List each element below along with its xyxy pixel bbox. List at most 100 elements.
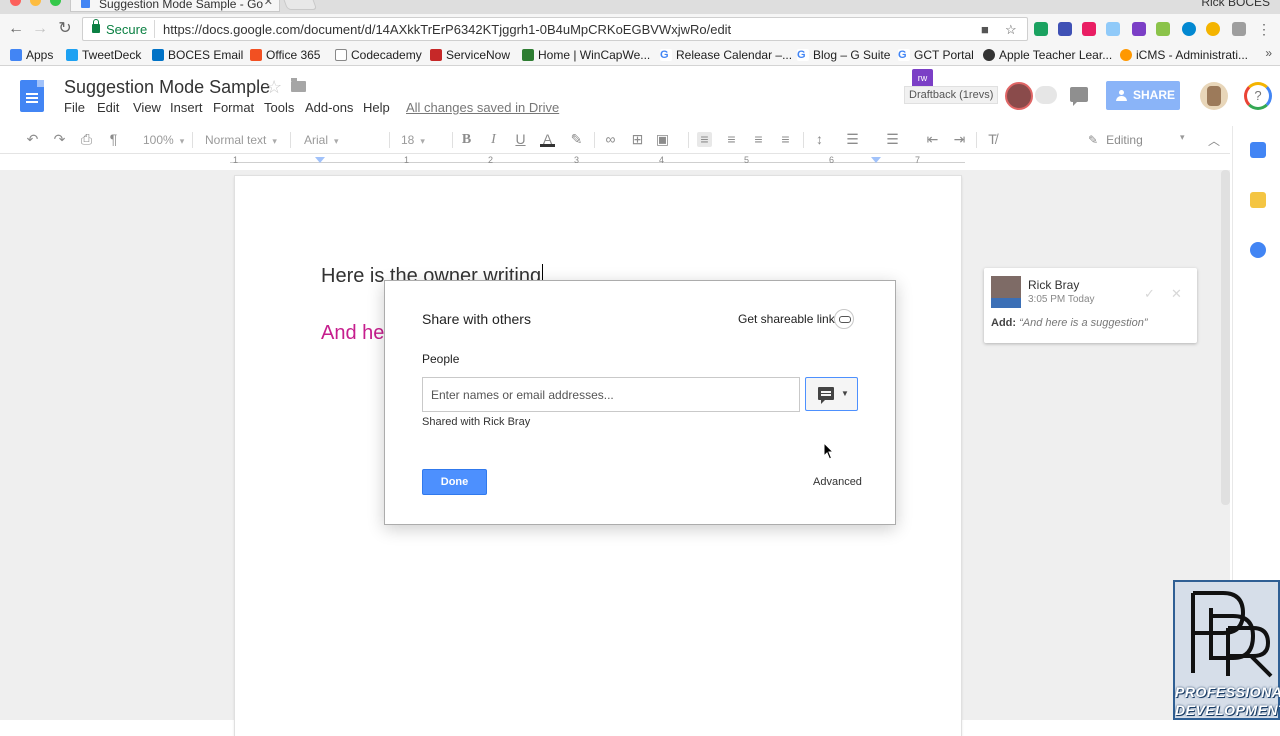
print-icon[interactable]: ⎙ [79,132,94,147]
menu-addons[interactable]: Add-ons [305,100,353,115]
browser-tab-active[interactable]: Suggestion Mode Sample - Go ✕ [70,0,280,12]
paint-format-icon[interactable]: ¶ [106,132,121,147]
numbered-list-icon[interactable]: ☰ [845,132,860,147]
insert-link-icon[interactable]: ∞ [603,132,618,147]
more-bookmarks-button[interactable]: » [1265,46,1272,60]
save-status[interactable]: All changes saved in Drive [406,100,559,115]
editing-mode-select[interactable]: ✎ Editing [1088,126,1143,154]
advanced-link[interactable]: Advanced [813,476,862,488]
bookmark-release-calendar[interactable]: G Release Calendar –... [660,46,792,64]
menu-edit[interactable]: Edit [97,100,119,115]
account-avatar[interactable] [1200,82,1228,110]
people-input[interactable] [422,377,800,412]
close-window-button[interactable] [10,0,21,6]
vertical-scrollbar[interactable] [1221,170,1230,505]
align-left-icon[interactable]: ≡ [697,132,712,147]
decrease-indent-icon[interactable]: ⇤ [925,132,940,147]
text-color-icon[interactable]: A [540,132,555,147]
suggested-paragraph[interactable]: And he [321,322,384,345]
doc-extension-icon[interactable] [1232,22,1246,36]
keep-icon[interactable] [1250,192,1266,208]
font-select[interactable]: Arial [304,131,380,149]
highlight-icon[interactable]: ✎ [569,132,584,147]
flag-extension-icon[interactable] [1082,22,1096,36]
zoom-select[interactable]: 100% [143,131,184,149]
bookmark-wincap[interactable]: Home | WinCapWe... [522,46,650,64]
star-icon[interactable]: ☆ [266,77,282,98]
bookmark-tweetdeck[interactable]: TweetDeck [66,46,141,64]
done-button[interactable]: Done [422,469,487,495]
undo-icon[interactable]: ↶ [25,132,40,147]
style-select[interactable]: Normal text [205,131,277,149]
puzzle-extension-icon[interactable] [1132,22,1146,36]
bold-icon[interactable]: B [459,132,474,147]
docs-logo-icon[interactable] [20,80,44,112]
permission-dropdown[interactable]: ▼ [805,377,858,411]
bookmark-icms[interactable]: iCMS - Administrati... [1120,46,1248,64]
forward-arrow-icon[interactable]: → [30,19,50,39]
bookmark-star-icon[interactable]: ☆ [1005,22,1017,38]
menu-format[interactable]: Format [213,100,254,115]
bookmark-gct-portal[interactable]: G GCT Portal [898,46,974,64]
calendar-icon[interactable] [1250,142,1266,158]
address-bar[interactable]: Secure https://docs.google.com/document/… [82,17,1028,41]
insert-comment-icon[interactable]: ⊞ [630,132,645,147]
align-right-icon[interactable]: ≡ [751,132,766,147]
cast-extension-icon[interactable] [1034,22,1048,36]
maximize-window-button[interactable] [50,0,61,6]
clear-formatting-icon[interactable]: T̸ [985,132,1000,147]
bookmark-codecademy[interactable]: Codecademy [335,46,422,64]
insert-image-icon[interactable]: ▣ [655,132,670,147]
suggestion-card[interactable]: Rick Bray 3:05 PM Today ✓ ✕ Add: “And he… [984,268,1197,343]
coin-extension-icon[interactable] [1206,22,1220,36]
minimize-window-button[interactable] [30,0,41,6]
italic-icon[interactable]: I [486,132,501,147]
chevron-down-icon[interactable]: ▾ [1180,132,1185,143]
profile-name[interactable]: Rick BOCES [1201,0,1270,9]
tasks-icon[interactable] [1250,242,1266,258]
collaborators-more-icon[interactable] [1035,86,1057,104]
font-size-select[interactable]: 18 [401,131,441,149]
bookmark-blog-gsuite[interactable]: G Blog – G Suite [797,46,890,64]
camera-icon[interactable]: ■ [981,22,989,37]
url-text[interactable]: https://docs.google.com/document/d/14AXk… [163,22,731,37]
bookmark-office-365[interactable]: Office 365 [250,46,320,64]
note-extension-icon[interactable] [1156,22,1170,36]
menu-view[interactable]: View [133,100,161,115]
circle-extension-icon[interactable] [1182,22,1196,36]
grid-extension-icon[interactable] [1106,22,1120,36]
new-tab-button[interactable] [280,0,318,10]
accept-suggestion-icon[interactable]: ✓ [1144,286,1155,302]
justify-icon[interactable]: ≡ [778,132,793,147]
right-indent-marker[interactable] [871,157,881,163]
folder-icon[interactable] [291,78,306,92]
redo-icon[interactable]: ↷ [52,132,67,147]
browser-menu-icon[interactable]: ⋮ [1254,19,1274,39]
share-button[interactable]: SHARE [1106,81,1180,110]
underline-icon[interactable]: U [513,132,528,147]
close-tab-icon[interactable]: ✕ [264,0,273,8]
reject-suggestion-icon[interactable]: ✕ [1171,286,1182,302]
collapse-toolbar-icon[interactable]: ︿ [1208,132,1220,149]
align-center-icon[interactable]: ≡ [724,132,739,147]
reload-icon[interactable]: ↻ [55,19,75,39]
back-arrow-icon[interactable]: ← [6,19,26,39]
get-shareable-link[interactable]: Get shareable link [738,312,835,326]
bookmark-apple-teacher[interactable]: Apple Teacher Lear... [983,46,1112,64]
menu-file[interactable]: File [64,100,85,115]
line-spacing-icon[interactable]: ↕ [812,132,827,147]
bookmark-servicenow[interactable]: ServiceNow [430,46,510,64]
comments-icon[interactable] [1070,87,1088,106]
n-extension-icon[interactable] [1058,22,1072,36]
menu-help[interactable]: Help [363,100,390,115]
left-indent-marker[interactable] [315,157,325,163]
bookmark-apps[interactable]: Apps [10,46,53,64]
draftback-button[interactable]: Draftback (1revs) [904,86,999,104]
collaborator-avatar[interactable] [1005,82,1033,110]
document-title[interactable]: Suggestion Mode Sample [64,77,270,98]
menu-tools[interactable]: Tools [264,100,294,115]
bookmark-boces-email[interactable]: BOCES Email [152,46,243,64]
link-icon[interactable] [834,309,854,329]
help-icon[interactable]: ? [1244,82,1272,110]
menu-insert[interactable]: Insert [170,100,203,115]
